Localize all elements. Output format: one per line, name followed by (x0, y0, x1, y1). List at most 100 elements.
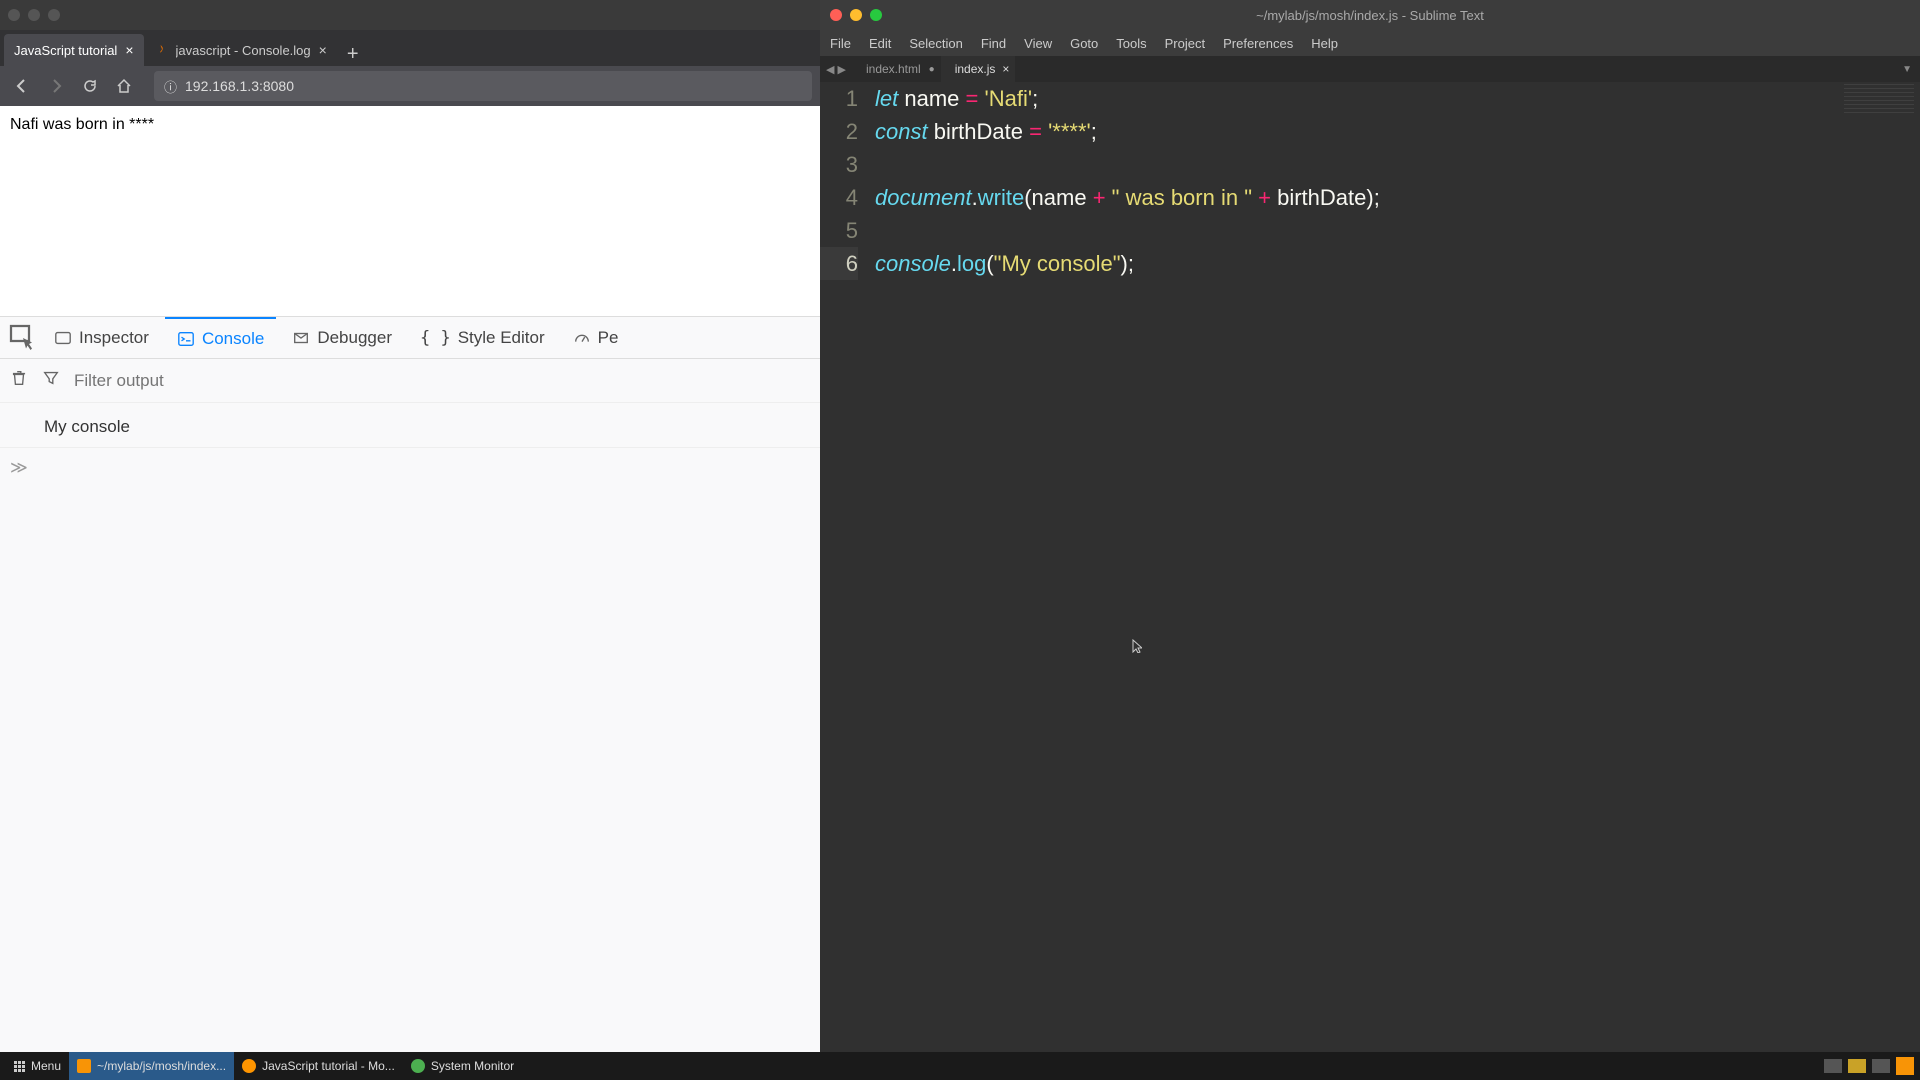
code-content[interactable]: let name = 'Nafi'; const birthDate = '***… (870, 82, 1920, 1052)
task-label: JavaScript tutorial - Mo... (262, 1059, 395, 1073)
info-icon[interactable]: ⓘ (164, 77, 177, 96)
keyword: const (875, 119, 928, 144)
browser-tabstrip: JavaScript tutorial × javascript - Conso… (0, 30, 820, 66)
tab-filename: index.html (866, 62, 921, 76)
menu-preferences[interactable]: Preferences (1223, 36, 1293, 51)
tray-icon[interactable] (1872, 1059, 1890, 1073)
close-tab-icon[interactable]: × (125, 42, 133, 58)
identifier: birthDate (1277, 185, 1366, 210)
tab-filename: index.js (955, 62, 996, 76)
editor-tab-active[interactable]: index.js × (941, 56, 1016, 82)
tray-sublime-icon[interactable] (1896, 1057, 1914, 1075)
mouse-cursor-icon (1132, 629, 1142, 643)
clear-console-button[interactable] (10, 369, 28, 392)
traffic-lights (820, 9, 882, 21)
taskbar: Menu ~/mylab/js/mosh/index... JavaScript… (0, 1052, 1920, 1080)
tray-icon[interactable] (1824, 1059, 1842, 1073)
braces-icon: { } (420, 328, 451, 348)
style-editor-tab[interactable]: { } Style Editor (408, 317, 557, 358)
menu-help[interactable]: Help (1311, 36, 1338, 51)
menu-find[interactable]: Find (981, 36, 1006, 51)
punct: ( (986, 251, 993, 276)
menu-project[interactable]: Project (1165, 36, 1205, 51)
menu-tools[interactable]: Tools (1116, 36, 1146, 51)
console-input-prompt[interactable]: ≫ (0, 448, 820, 488)
tab-label: Debugger (317, 328, 392, 348)
console-toolbar (0, 359, 820, 403)
menu-edit[interactable]: Edit (869, 36, 891, 51)
operator: = (966, 86, 979, 111)
close-tab-icon[interactable]: × (1002, 62, 1009, 76)
editor-tab[interactable]: index.html ● (852, 56, 941, 82)
inspector-tab[interactable]: Inspector (42, 317, 161, 358)
browser-tab[interactable]: javascript - Console.log × (144, 34, 337, 66)
menu-view[interactable]: View (1024, 36, 1052, 51)
code-editor[interactable]: 1 2 3 4 5 6 let name = 'Nafi';const birt… (820, 82, 1920, 1052)
browser-titlebar (0, 0, 820, 30)
minimap[interactable] (1844, 84, 1914, 114)
filter-icon[interactable] (42, 369, 60, 392)
menu-goto[interactable]: Goto (1070, 36, 1098, 51)
taskbar-app-sublime[interactable]: ~/mylab/js/mosh/index... (69, 1052, 234, 1080)
string: '****' (1048, 119, 1091, 144)
browser-window: JavaScript tutorial × javascript - Conso… (0, 0, 820, 1052)
minimize-window-button[interactable] (28, 9, 40, 21)
browser-tab-active[interactable]: JavaScript tutorial × (4, 34, 144, 66)
start-menu-button[interactable]: Menu (6, 1052, 69, 1080)
menu-selection[interactable]: Selection (909, 36, 962, 51)
sublime-icon (77, 1059, 91, 1073)
identifier: name (1032, 185, 1087, 210)
forward-button[interactable] (42, 72, 70, 100)
close-tab-icon[interactable]: × (319, 42, 327, 58)
string: 'Nafi' (985, 86, 1033, 111)
tab-label: Style Editor (458, 328, 545, 348)
line-number: 6 (820, 247, 858, 280)
firefox-icon (242, 1059, 256, 1073)
address-bar[interactable]: ⓘ 192.168.1.3:8080 (154, 71, 812, 101)
debugger-tab[interactable]: Debugger (280, 317, 404, 358)
filter-input[interactable] (74, 371, 810, 391)
taskbar-app-system-monitor[interactable]: System Monitor (403, 1052, 522, 1080)
home-button[interactable] (110, 72, 138, 100)
reload-button[interactable] (76, 72, 104, 100)
inspector-icon (54, 329, 72, 347)
tab-nav-arrows[interactable]: ◀ ▶ (820, 63, 852, 76)
back-button[interactable] (8, 72, 36, 100)
close-window-button[interactable] (8, 9, 20, 21)
log-text: My console (44, 417, 130, 436)
close-window-button[interactable] (830, 9, 842, 21)
line-number: 3 (820, 148, 858, 181)
page-content: Nafi was born in **** (0, 106, 820, 316)
task-label: ~/mylab/js/mosh/index... (97, 1059, 226, 1073)
keyword: let (875, 86, 898, 111)
line-number: 2 (820, 115, 858, 148)
console-tab[interactable]: Console (165, 317, 276, 358)
system-tray (1824, 1057, 1914, 1075)
menu-label: Menu (31, 1059, 61, 1073)
tab-label: Pe (598, 328, 619, 348)
url-text: 192.168.1.3:8080 (185, 78, 294, 94)
object: document (875, 185, 972, 210)
operator: = (1029, 119, 1042, 144)
new-tab-button[interactable]: + (337, 43, 369, 66)
maximize-window-button[interactable] (48, 9, 60, 21)
tab-title: javascript - Console.log (176, 43, 311, 58)
minimize-window-button[interactable] (850, 9, 862, 21)
punct: ); (1121, 251, 1134, 276)
window-title: ~/mylab/js/mosh/index.js - Sublime Text (1256, 8, 1484, 23)
maximize-window-button[interactable] (870, 9, 882, 21)
traffic-lights (8, 9, 60, 21)
prompt-icon: ≫ (10, 458, 28, 477)
punct: ; (1091, 119, 1097, 144)
menu-file[interactable]: File (830, 36, 851, 51)
taskbar-app-firefox[interactable]: JavaScript tutorial - Mo... (234, 1052, 403, 1080)
debugger-icon (292, 329, 310, 347)
editor-tabstrip: ◀ ▶ index.html ● index.js × ▼ (820, 56, 1920, 82)
tray-icon[interactable] (1848, 1059, 1866, 1073)
element-picker-button[interactable] (8, 323, 38, 353)
page-body-text: Nafi was born in **** (10, 116, 154, 133)
operator: + (1087, 185, 1112, 210)
tab-dropdown-icon[interactable]: ▼ (1902, 64, 1920, 75)
performance-tab[interactable]: Pe (561, 317, 631, 358)
method: write (978, 185, 1024, 210)
